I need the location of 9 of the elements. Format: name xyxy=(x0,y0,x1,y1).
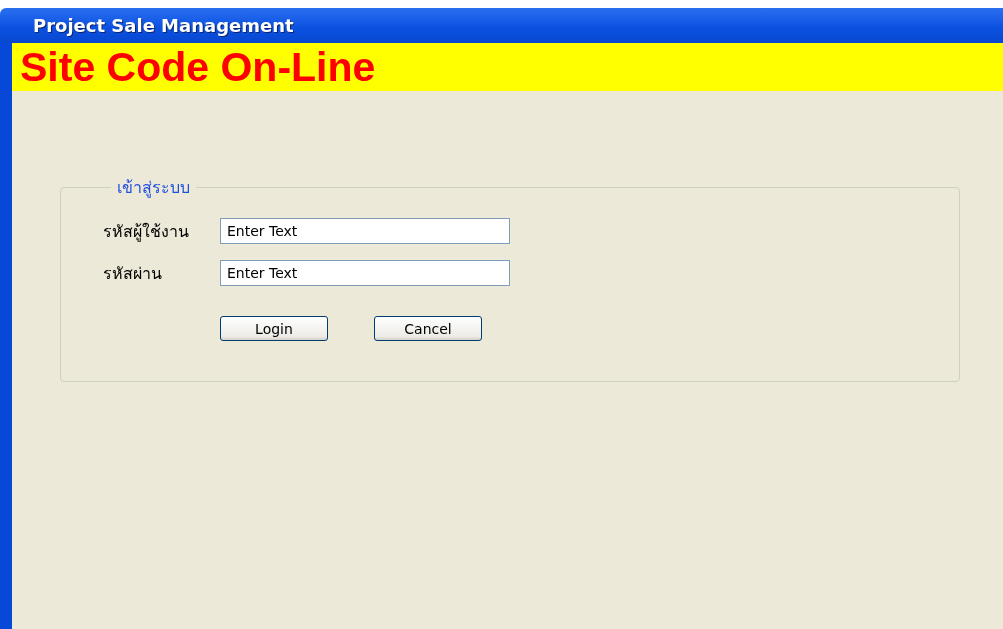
group-legend: เข้าสู่ระบบ xyxy=(111,175,196,200)
input-field[interactable]: Enter Text xyxy=(220,260,510,286)
action-button[interactable]: Cancel xyxy=(374,316,482,341)
action-button[interactable]: Login xyxy=(220,316,328,341)
window-title: Project Sale Management xyxy=(33,15,294,36)
field-label: รหัสผู้ใช้งาน xyxy=(103,220,190,244)
banner-title: Site Code On-Line xyxy=(20,46,376,88)
input-field[interactable]: Enter Text xyxy=(220,218,510,244)
field-label: รหัสผ่าน xyxy=(103,262,163,285)
